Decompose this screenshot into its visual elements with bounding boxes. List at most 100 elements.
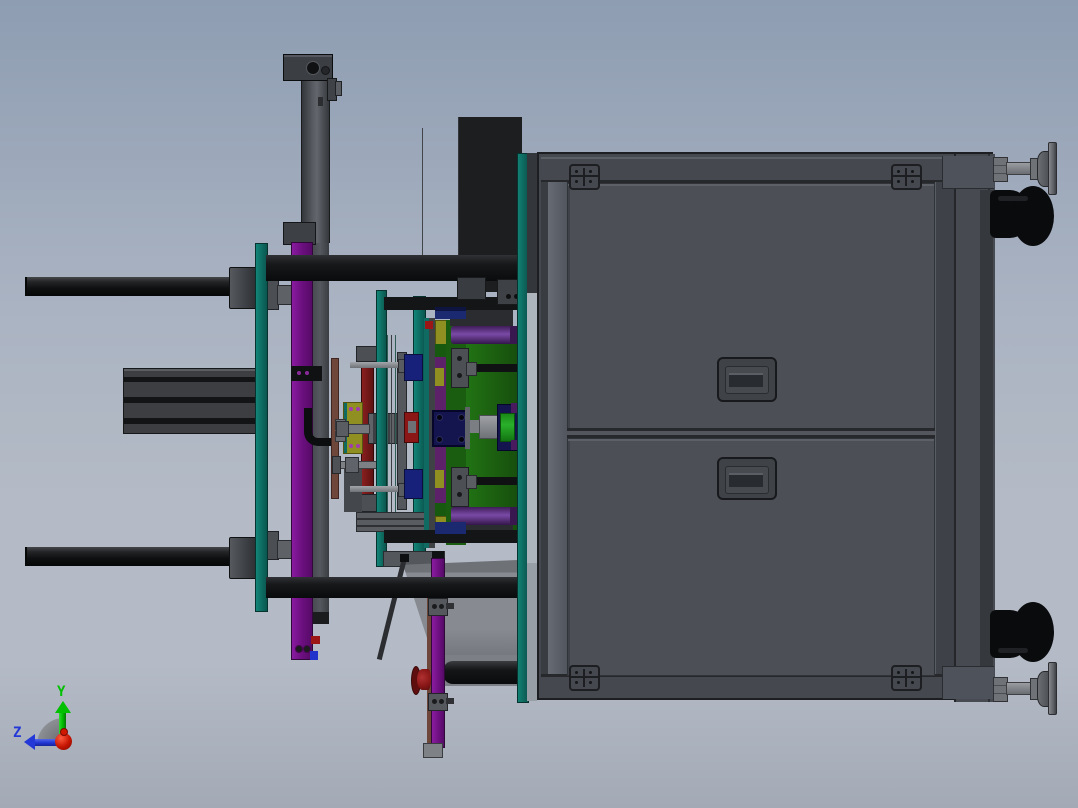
cap-hole-small [321,66,330,75]
clamp-screw [432,699,437,704]
handle-grip-slot [729,473,763,487]
diagonal-rod[interactable] [376,558,407,661]
main-tie-bar-lower[interactable] [266,577,531,598]
clamp-screw [439,604,444,609]
cabinet-corner-top-right [942,156,994,189]
blue-spacer-bottom[interactable] [404,469,423,499]
blue-spacer-top[interactable] [404,354,423,381]
cap-hole-large [306,61,320,75]
z-axis-label: Z [13,725,22,741]
support-post-upper[interactable] [301,77,330,243]
band-dot [305,371,309,375]
purple-strip-insert [435,368,444,386]
rod-hex-top [466,362,477,376]
chute-panel[interactable] [403,560,518,656]
guide-bushing-cyl-top[interactable] [451,326,518,344]
door-handle-lower[interactable] [717,457,777,500]
center-shaft-step[interactable] [470,420,479,433]
wire-edge [422,128,423,257]
cable-elbow-bottom[interactable] [990,600,1056,664]
clamp-screw [457,356,462,361]
fin-edge-light [124,369,257,371]
viewport-canvas[interactable]: Y Z [0,0,1078,808]
fin-groove [124,397,257,403]
bar-hanger-a [457,277,486,300]
ejector-nut [336,421,349,437]
center-shaft[interactable] [479,415,499,439]
blue-tab [310,651,318,660]
fin-groove [124,418,257,424]
y-axis-label: Y [57,684,66,700]
tie-rod-lower[interactable] [25,547,232,566]
post-cap[interactable] [283,54,333,81]
cabinet-base[interactable] [537,152,995,702]
post-lower-cap [311,612,329,624]
x-axis-tip [60,728,68,736]
hinge-top-right[interactable] [891,164,922,190]
rod-hex-bottom [466,475,477,489]
y-axis-arrowhead[interactable] [55,701,71,713]
inner-bar-cylinder[interactable] [443,661,518,684]
z-axis-arrowhead[interactable] [24,734,35,750]
clamp-screw [432,604,437,609]
outrigger-clamp-top[interactable] [428,598,448,616]
outrigger-clamp-bottom[interactable] [428,693,448,711]
red-spacer-block[interactable] [404,412,419,443]
manifold-screw [356,444,360,448]
lower-shaft-end [332,456,341,474]
guide-pin-upper[interactable] [350,359,412,373]
leveling-foot-top[interactable] [993,140,1063,200]
manifold-screw [349,407,353,411]
hinge-bottom-left[interactable] [569,665,600,691]
outrigger-foot[interactable] [423,743,443,758]
cabinet-left-column [548,182,568,674]
strip-line [357,518,432,520]
foot-pad [1048,142,1057,195]
red-square-top [425,321,433,329]
guide-pin-lower[interactable] [350,483,412,497]
flat-navy-stripe [435,307,466,311]
blue-flat-top[interactable] [435,307,466,319]
gap-strip-light [527,293,537,563]
teal-plate-left[interactable] [255,243,268,612]
block-screw [436,436,443,443]
gap-strip-mid [527,563,537,701]
clamp-screw [457,373,462,378]
cabinet-right-inner-column [935,182,955,674]
blue-flat-bottom[interactable] [435,522,466,534]
hinge-bottom-right[interactable] [891,665,922,691]
finned-extrusion[interactable] [123,368,258,434]
emergency-knob[interactable] [417,669,431,690]
clamp-band[interactable] [291,366,322,381]
stack-green-top [435,344,446,357]
elbow-bend [1012,602,1054,662]
handle-grip-slot [729,373,763,387]
fin-groove [124,377,257,382]
manifold-screw [356,407,360,411]
cabinet-top-highlight [541,157,989,159]
lower-shaft-nut [345,457,359,473]
column-line [954,154,956,702]
block-screw [436,414,443,421]
axis-triad: Y Z [0,670,120,780]
door-split-rail [567,428,935,438]
hinge-top-left[interactable] [569,164,600,190]
block-screw [458,436,465,443]
bottom-clamp-strip[interactable] [356,512,433,532]
ejector-rod[interactable] [346,424,370,434]
clamp-screw [457,492,462,497]
outrigger-screw-bottom [446,698,454,704]
block-screw [458,414,465,421]
bushing-green-core[interactable] [500,413,515,442]
center-navy-block[interactable] [432,410,469,447]
tie-rod-upper[interactable] [25,277,232,296]
cabinet-left-edge [541,182,548,674]
purple-strip-insert [435,470,444,488]
clamp-screw [457,475,462,480]
gap-strip-dark [527,153,537,293]
manifold-screw [349,444,353,448]
door-handle-upper[interactable] [717,357,777,402]
spacer-core [408,421,416,433]
leveling-foot-bottom[interactable] [993,660,1063,720]
cabinet-corner-bottom-right [942,666,994,699]
